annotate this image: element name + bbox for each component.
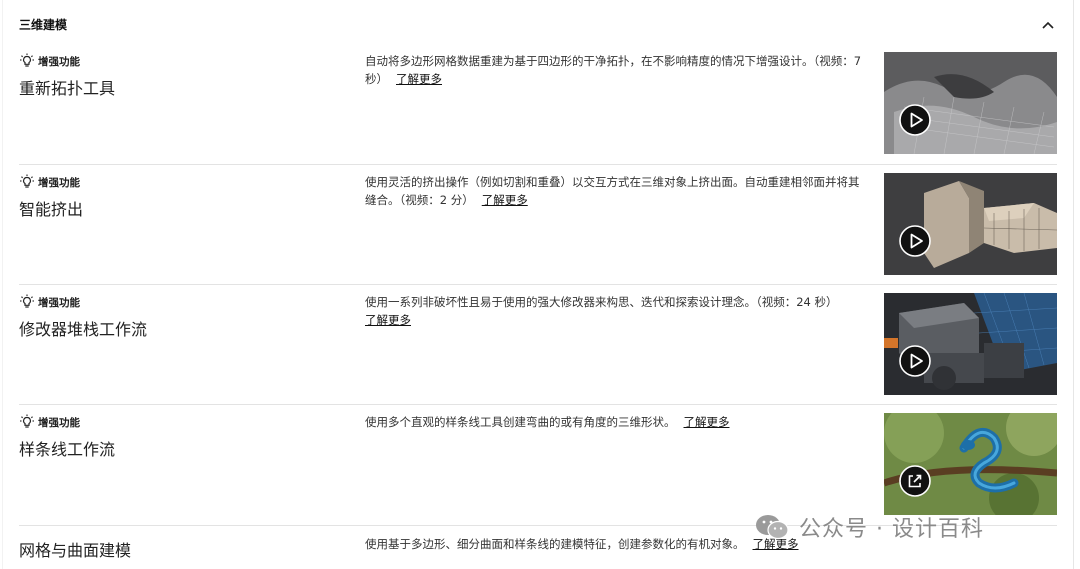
learn-more-link[interactable]: 了解更多 xyxy=(365,313,411,327)
thumbnail-image xyxy=(884,293,1057,395)
enhanced-badge: 增强功能 xyxy=(19,173,80,191)
enhanced-badge: 增强功能 xyxy=(19,52,80,70)
video-thumbnail[interactable] xyxy=(884,293,1057,395)
thumbnail-image xyxy=(884,173,1057,275)
learn-more-link[interactable]: 了解更多 xyxy=(396,72,442,86)
watermark-text: 公众号 · 设计百科 xyxy=(799,517,984,542)
enhanced-badge: 增强功能 xyxy=(19,293,80,311)
chevron-up-icon xyxy=(1042,21,1054,29)
video-thumbnail[interactable] xyxy=(884,173,1057,275)
modeling-panel: 三维建模 增强功能 重新拓扑工具 自动将多边形网格数据重建为基于四边形的干净拓扑… xyxy=(2,0,1074,569)
thumbnail-image xyxy=(884,52,1057,154)
feature-description: 使用一系列非破坏性且易于使用的强大修改器来构思、迭代和探索设计理念。（视频：24… xyxy=(365,293,865,329)
badge-label: 增强功能 xyxy=(38,416,80,429)
description-text: 使用多个直观的样条线工具创建弯曲的或有角度的三维形状。 xyxy=(365,415,676,429)
feature-title: 样条线工作流 xyxy=(19,440,116,459)
section-title: 三维建模 xyxy=(19,18,68,32)
play-icon[interactable] xyxy=(899,104,931,136)
wechat-icon xyxy=(756,515,789,540)
row-divider xyxy=(19,164,1057,165)
feature-row-retopology: 增强功能 重新拓扑工具 自动将多边形网格数据重建为基于四边形的干净拓扑，在不影响… xyxy=(19,52,1057,172)
lightbulb-icon xyxy=(20,174,34,188)
feature-description: 使用灵活的挤出操作（例如切割和重叠）以交互方式在三维对象上挤出面。自动重建相邻面… xyxy=(365,173,865,209)
row-divider xyxy=(19,404,1057,405)
feature-description: 使用基于多边形、细分曲面和样条线的建模特征，创建参数化的有机对象。 了解更多 xyxy=(365,535,799,553)
section-header[interactable]: 三维建模 xyxy=(19,14,1059,38)
collapse-button[interactable] xyxy=(1037,14,1059,36)
row-divider xyxy=(19,284,1057,285)
description-text: 使用灵活的挤出操作（例如切割和重叠）以交互方式在三维对象上挤出面。自动重建相邻面… xyxy=(365,175,860,207)
feature-row-smart-extrude: 增强功能 智能挤出 使用灵活的挤出操作（例如切割和重叠）以交互方式在三维对象上挤… xyxy=(19,173,1057,293)
image-thumbnail[interactable] xyxy=(884,413,1057,515)
video-thumbnail[interactable] xyxy=(884,52,1057,154)
badge-label: 增强功能 xyxy=(38,55,80,68)
thumbnail-image xyxy=(884,413,1057,515)
feature-title: 重新拓扑工具 xyxy=(19,79,116,98)
enhanced-badge: 增强功能 xyxy=(19,413,80,431)
external-link-icon[interactable] xyxy=(899,465,931,497)
feature-title: 网格与曲面建模 xyxy=(19,541,132,560)
play-icon[interactable] xyxy=(899,225,931,257)
feature-description: 使用多个直观的样条线工具创建弯曲的或有角度的三维形状。 了解更多 xyxy=(365,413,865,431)
badge-label: 增强功能 xyxy=(38,296,80,309)
badge-label: 增强功能 xyxy=(38,176,80,189)
description-text: 使用基于多边形、细分曲面和样条线的建模特征，创建参数化的有机对象。 xyxy=(365,537,745,551)
lightbulb-icon xyxy=(20,414,34,428)
learn-more-link[interactable]: 了解更多 xyxy=(684,415,730,429)
feature-description: 自动将多边形网格数据重建为基于四边形的干净拓扑，在不影响精度的情况下增强设计。（… xyxy=(365,52,865,88)
learn-more-link[interactable]: 了解更多 xyxy=(482,193,528,207)
description-text: 使用一系列非破坏性且易于使用的强大修改器来构思、迭代和探索设计理念。（视频：24… xyxy=(365,295,838,309)
feature-row-modifier-stack: 增强功能 修改器堆栈工作流 使用一系列非破坏性且易于使用的强大修改器来构思、迭代… xyxy=(19,293,1057,413)
play-icon[interactable] xyxy=(899,345,931,377)
lightbulb-icon xyxy=(20,53,34,67)
watermark: 公众号 · 设计百科 xyxy=(755,510,984,544)
feature-title: 修改器堆栈工作流 xyxy=(19,320,148,339)
feature-title: 智能挤出 xyxy=(19,200,84,219)
lightbulb-icon xyxy=(20,294,34,308)
